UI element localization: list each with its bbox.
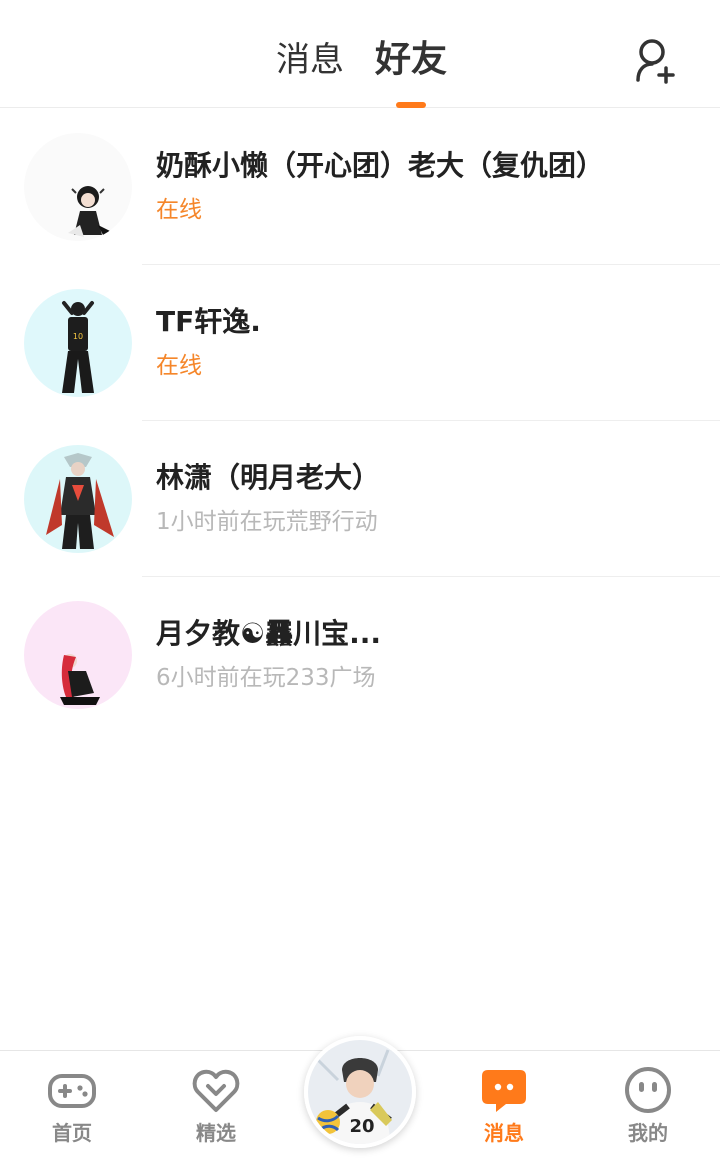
avatar[interactable]: [24, 601, 132, 709]
nav-featured-label: 精选: [196, 1121, 236, 1145]
friend-status: 6小时前在玩233广场: [156, 665, 376, 691]
friend-name: 奶酥小懒（开心团）老大（复仇团）: [156, 149, 605, 182]
nav-messages-label: 消息: [484, 1121, 524, 1145]
friend-row[interactable]: 月夕教☯︎䨺川宝... 6小时前在玩233广场: [0, 577, 720, 733]
person-add-icon: [636, 39, 675, 84]
svg-text:20: 20: [349, 1116, 374, 1137]
friend-name: TF轩逸.⁣: [156, 305, 261, 338]
tab-messages[interactable]: 消息: [276, 36, 344, 84]
gamepad-icon: [48, 1074, 96, 1108]
svg-text:10: 10: [73, 332, 83, 341]
face-icon: [625, 1067, 671, 1113]
heart-badge-icon: [192, 1069, 240, 1112]
nav-home[interactable]: 首页: [17, 1064, 127, 1154]
avatar[interactable]: [24, 133, 132, 241]
chat-bubble-icon: [482, 1070, 526, 1112]
nav-mine[interactable]: 我的: [593, 1064, 703, 1154]
nav-messages[interactable]: 消息: [449, 1064, 559, 1154]
nav-mine-label: 我的: [628, 1121, 668, 1145]
top-bar: 消息 好友: [0, 0, 720, 108]
friend-row[interactable]: 10 TF轩逸.⁣ 在线: [0, 265, 720, 421]
friend-row[interactable]: 林潇（明月老大） 1小时前在玩荒野行动: [0, 421, 720, 577]
avatar[interactable]: 10: [24, 289, 132, 397]
friend-name: 林潇（明月老大）: [156, 461, 381, 494]
friend-list: 奶酥小懒（开心团）老大（复仇团） 在线 10 TF轩逸.⁣ 在线: [0, 109, 720, 733]
friend-row[interactable]: 奶酥小懒（开心团）老大（复仇团） 在线: [0, 109, 720, 265]
center-avatar-button[interactable]: 20: [304, 1036, 416, 1148]
friend-status: 在线: [156, 197, 202, 223]
active-tab-indicator: [396, 102, 426, 108]
friend-status: 1小时前在玩荒野行动: [156, 509, 378, 535]
nav-featured[interactable]: 精选: [161, 1064, 271, 1154]
nav-home-label: 首页: [52, 1121, 92, 1145]
tab-friends[interactable]: 好友: [375, 36, 447, 84]
avatar[interactable]: [24, 445, 132, 553]
friend-status: 在线: [156, 353, 202, 379]
friend-name: 月夕教☯︎䨺川宝...: [156, 617, 382, 650]
add-friend-button[interactable]: [630, 34, 682, 86]
